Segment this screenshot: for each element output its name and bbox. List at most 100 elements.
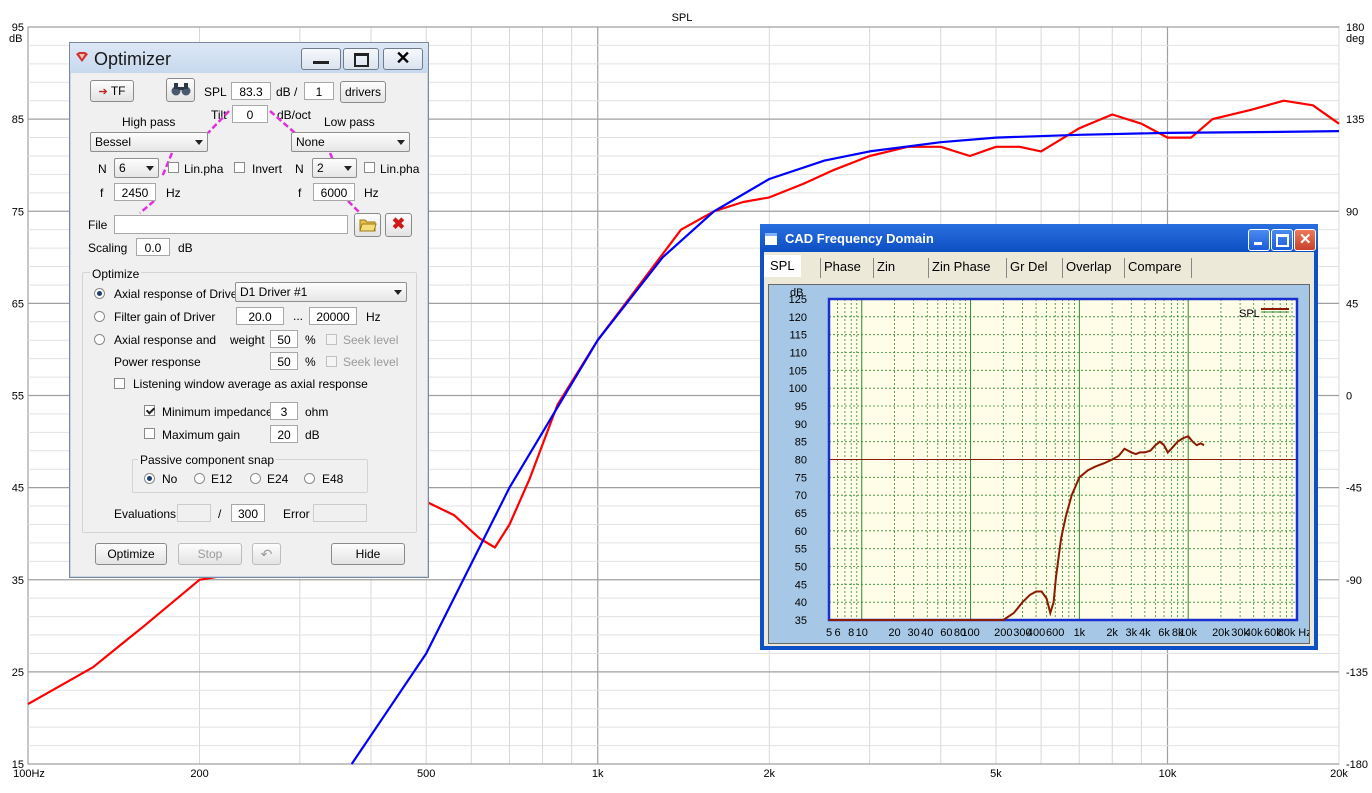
filter-gain-to-input[interactable]: 20000	[309, 307, 357, 325]
chevron-down-icon	[397, 140, 405, 145]
left-tick-label: 85	[12, 114, 24, 126]
max-gain-input[interactable]: 20	[270, 425, 298, 443]
snap-e48-label: E48	[322, 472, 344, 486]
low-pass-type-select[interactable]: None	[291, 132, 410, 152]
stop-button[interactable]: Stop	[178, 543, 242, 565]
minimize-icon	[1254, 242, 1262, 245]
invert-checkbox[interactable]	[234, 162, 245, 173]
tab-separator	[928, 258, 929, 278]
hp-n-label: N	[98, 162, 107, 176]
axial-response-radio[interactable]	[94, 288, 105, 299]
cad-x-tick-label: 5	[826, 627, 832, 639]
snap-no-radio[interactable]	[144, 473, 155, 484]
evaluations-max-input[interactable]: 300	[231, 504, 265, 522]
invert-label: Invert	[252, 162, 283, 176]
driver-select[interactable]: D1 Driver #1	[235, 282, 407, 302]
lp-order-select[interactable]: 2	[312, 158, 357, 178]
driver-select-value: D1 Driver #1	[240, 285, 308, 299]
weight-power-percent: %	[305, 355, 316, 369]
snap-e24-radio[interactable]	[250, 473, 261, 484]
cad-y-tick-label: 50	[795, 562, 807, 574]
error-field	[313, 504, 367, 522]
cad-frequency-window: CAD Frequency Domain ✕ SPL Phase Zin Zin Ph…	[760, 224, 1318, 650]
lp-frequency-input[interactable]: 6000	[313, 183, 355, 201]
hp-order-select[interactable]: 6	[114, 158, 159, 178]
optimize-button[interactable]: Optimize	[95, 543, 167, 565]
snap-group-label: Passive component snap	[138, 453, 277, 467]
evaluations-label: Evaluations	[114, 507, 177, 521]
clear-file-button[interactable]: ✖	[385, 213, 412, 237]
cad-titlebar[interactable]: CAD Frequency Domain ✕	[760, 224, 1318, 252]
cad-tab-spl[interactable]: SPL	[764, 255, 801, 277]
undo-icon: ↶	[260, 546, 273, 562]
lp-linpha-checkbox[interactable]	[364, 162, 375, 173]
undo-button[interactable]: ↶	[252, 543, 281, 565]
cad-tab-overlap[interactable]: Overlap	[1066, 257, 1112, 277]
hp-linpha-checkbox[interactable]	[168, 162, 179, 173]
x-tick-label: 5k	[990, 768, 1002, 780]
evaluations-slash: /	[218, 507, 222, 521]
weight-power-input[interactable]: 50	[270, 352, 298, 370]
cad-y-tick-label: 65	[795, 508, 807, 520]
cad-minimize-button[interactable]	[1248, 229, 1270, 251]
tab-separator	[1124, 258, 1125, 278]
cad-y-tick-label: 110	[789, 348, 807, 360]
tab-separator	[820, 258, 821, 278]
hide-button[interactable]: Hide	[331, 543, 405, 565]
lp-order-value: 2	[317, 161, 324, 175]
max-gain-label: Maximum gain	[162, 428, 241, 442]
cad-y-tick-label: 45	[795, 579, 807, 591]
file-input[interactable]	[114, 215, 348, 234]
cad-y-tick-label: 95	[795, 401, 807, 413]
seek-level-axial-checkbox[interactable]	[326, 334, 337, 345]
cad-x-tick-label: 1k	[1074, 627, 1086, 639]
cad-tab-compare[interactable]: Compare	[1128, 257, 1181, 277]
left-axis-unit: dB	[9, 33, 22, 45]
max-gain-checkbox[interactable]	[144, 428, 155, 439]
right-tick-label: -180	[1346, 759, 1368, 771]
cad-tab-phase[interactable]: Phase	[824, 257, 861, 277]
cad-tab-zin-phase[interactable]: Zin Phase	[932, 257, 991, 277]
scaling-input[interactable]: 0.0	[136, 238, 170, 256]
cad-maximize-button[interactable]	[1271, 229, 1293, 251]
cad-legend-label: SPL	[1239, 308, 1260, 320]
cad-y-tick-label: 35	[795, 615, 807, 627]
min-impedance-checkbox[interactable]	[144, 405, 155, 416]
error-label: Error	[283, 507, 310, 521]
hp-frequency-input[interactable]: 2450	[114, 183, 156, 201]
cad-x-tick-label: 10	[856, 627, 868, 639]
left-tick-label: 65	[12, 298, 24, 310]
filter-gain-radio[interactable]	[94, 311, 105, 322]
axial-power-label: Axial response and	[114, 333, 217, 347]
cad-spl-chart: 1251201151101051009590858075706560555045…	[789, 287, 1309, 639]
axial-power-radio[interactable]	[94, 334, 105, 345]
right-tick-label: -135	[1346, 667, 1368, 679]
cad-y-tick-label: 100	[789, 383, 807, 395]
cad-close-button[interactable]: ✕	[1294, 229, 1316, 251]
listening-window-checkbox[interactable]	[114, 378, 125, 389]
range-ellipsis: ...	[293, 309, 304, 323]
snap-e12-radio[interactable]	[194, 473, 205, 484]
cad-x-tick-label: 4k	[1139, 627, 1151, 639]
cad-x-tick-label: 60	[940, 627, 952, 639]
cad-x-tick-label: 20	[888, 627, 900, 639]
min-impedance-input[interactable]: 3	[270, 402, 298, 420]
max-gain-db-label: dB	[305, 428, 320, 442]
lp-f-label: f	[298, 186, 302, 200]
chevron-down-icon	[344, 166, 352, 171]
snap-e48-radio[interactable]	[304, 473, 315, 484]
filter-gain-from-input[interactable]: 20.0	[236, 307, 284, 325]
cad-y-tick-label: 55	[795, 544, 807, 556]
seek-level-power-checkbox[interactable]	[326, 356, 337, 367]
high-pass-type-value: Bessel	[95, 135, 132, 149]
axial-response-label: Axial response of Driver	[114, 287, 242, 301]
snap-no-label: No	[162, 472, 178, 486]
main-chart-title: SPL	[672, 12, 693, 24]
open-file-button[interactable]	[354, 213, 381, 237]
high-pass-type-select[interactable]: Bessel	[90, 132, 208, 152]
cad-tab-zin[interactable]: Zin	[877, 257, 895, 277]
cad-tab-gr-del[interactable]: Gr Del	[1010, 257, 1048, 277]
weight-axial-input[interactable]: 50	[270, 330, 298, 348]
min-impedance-label: Minimum impedance	[162, 405, 273, 419]
chevron-down-icon	[195, 140, 203, 145]
